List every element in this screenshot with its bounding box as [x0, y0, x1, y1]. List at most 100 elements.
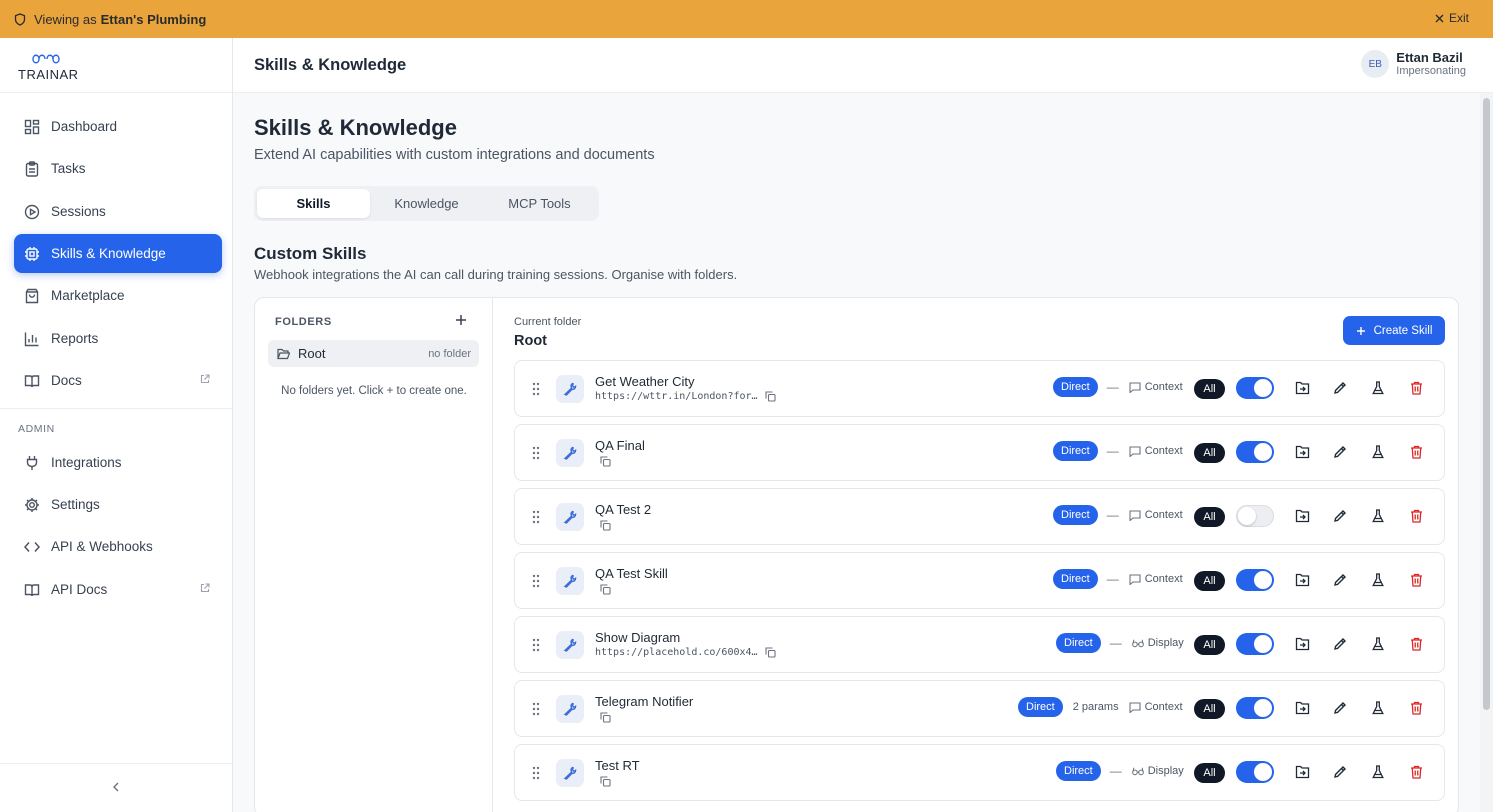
- banner-prefix: Viewing as: [34, 11, 97, 27]
- edit-icon[interactable]: [1332, 764, 1348, 780]
- delete-icon[interactable]: [1408, 572, 1424, 588]
- enabled-toggle[interactable]: [1236, 761, 1274, 783]
- kind-text: Display: [1147, 765, 1184, 777]
- move-to-folder-icon[interactable]: [1294, 636, 1310, 652]
- sidebar-item-dashboard[interactable]: Dashboard: [14, 107, 222, 146]
- edit-icon[interactable]: [1332, 636, 1348, 652]
- edit-icon[interactable]: [1332, 508, 1348, 524]
- drag-handle-icon[interactable]: [531, 702, 541, 716]
- scrollbar-thumb[interactable]: [1483, 98, 1490, 710]
- delete-icon[interactable]: [1408, 636, 1424, 652]
- sidebar-item-sessions[interactable]: Sessions: [14, 192, 222, 231]
- tab-knowledge[interactable]: Knowledge: [370, 189, 483, 218]
- sidebar-item-api-webhooks[interactable]: API & Webhooks: [14, 527, 222, 566]
- edit-icon[interactable]: [1332, 444, 1348, 460]
- enabled-toggle[interactable]: [1236, 569, 1274, 591]
- sidebar-item-reports[interactable]: Reports: [14, 319, 222, 358]
- add-folder-icon[interactable]: [454, 313, 468, 327]
- tab-skills[interactable]: Skills: [257, 189, 370, 218]
- move-to-folder-icon[interactable]: [1294, 700, 1310, 716]
- skill-row[interactable]: Test RT Direct — Display All: [514, 744, 1445, 801]
- sidebar-item-marketplace[interactable]: Marketplace: [14, 276, 222, 315]
- copy-icon[interactable]: [765, 391, 776, 402]
- sidebar-item-label: Settings: [51, 497, 100, 512]
- delete-icon[interactable]: [1408, 444, 1424, 460]
- user-menu[interactable]: EB Ettan Bazil Impersonating: [1361, 50, 1466, 78]
- drag-handle-icon[interactable]: [531, 574, 541, 588]
- mode-badge: Direct: [1053, 505, 1098, 525]
- test-flask-icon[interactable]: [1370, 572, 1386, 588]
- drag-handle-icon[interactable]: [531, 446, 541, 460]
- test-flask-icon[interactable]: [1370, 380, 1386, 396]
- copy-icon[interactable]: [600, 712, 611, 723]
- wrench-icon: [556, 567, 584, 595]
- copy-icon[interactable]: [765, 647, 776, 658]
- enabled-toggle[interactable]: [1236, 377, 1274, 399]
- drag-handle-icon[interactable]: [531, 382, 541, 396]
- enabled-toggle[interactable]: [1236, 633, 1274, 655]
- drag-handle-icon[interactable]: [531, 638, 541, 652]
- scope-badge: All: [1194, 763, 1225, 783]
- kind-text: Display: [1147, 637, 1184, 649]
- chat-icon: [1129, 509, 1141, 521]
- copy-icon[interactable]: [600, 520, 611, 531]
- folder-item-root[interactable]: Root no folder: [268, 340, 479, 367]
- delete-icon[interactable]: [1408, 508, 1424, 524]
- skill-row[interactable]: QA Final Direct — Context All: [514, 424, 1445, 481]
- delete-icon[interactable]: [1408, 764, 1424, 780]
- move-to-folder-icon[interactable]: [1294, 444, 1310, 460]
- skill-meta: Direct 2 params Context: [1018, 697, 1183, 717]
- wrench-icon: [556, 375, 584, 403]
- wrench-icon: [556, 503, 584, 531]
- test-flask-icon[interactable]: [1370, 636, 1386, 652]
- enabled-toggle[interactable]: [1236, 441, 1274, 463]
- chat-icon: [1129, 573, 1141, 585]
- move-to-folder-icon[interactable]: [1294, 380, 1310, 396]
- sidebar-item-docs[interactable]: Docs: [14, 361, 222, 400]
- skill-meta: Direct — Context: [1053, 441, 1183, 461]
- skill-row[interactable]: Telegram Notifier Direct 2 params Contex…: [514, 680, 1445, 737]
- delete-icon[interactable]: [1408, 700, 1424, 716]
- copy-icon[interactable]: [600, 584, 611, 595]
- clipboard-icon: [23, 160, 41, 178]
- test-flask-icon[interactable]: [1370, 764, 1386, 780]
- delete-icon[interactable]: [1408, 380, 1424, 396]
- scrollbar[interactable]: [1480, 93, 1493, 812]
- test-flask-icon[interactable]: [1370, 444, 1386, 460]
- enabled-toggle[interactable]: [1236, 505, 1274, 527]
- test-flask-icon[interactable]: [1370, 508, 1386, 524]
- drag-handle-icon[interactable]: [531, 510, 541, 524]
- edit-icon[interactable]: [1332, 700, 1348, 716]
- collapse-sidebar-icon[interactable]: [110, 780, 122, 794]
- mode-badge: Direct: [1056, 761, 1101, 781]
- plus-icon: [1356, 326, 1365, 335]
- move-to-folder-icon[interactable]: [1294, 764, 1310, 780]
- close-icon: [1435, 14, 1444, 22]
- scope-badge: All: [1194, 379, 1225, 399]
- sidebar-item-tasks[interactable]: Tasks: [14, 149, 222, 188]
- copy-icon[interactable]: [600, 776, 611, 787]
- sidebar-item-settings[interactable]: Settings: [14, 485, 222, 524]
- kind-label: Context: [1129, 445, 1183, 457]
- tab-mcp-tools[interactable]: MCP Tools: [483, 189, 596, 218]
- sidebar-item-skills-knowledge[interactable]: Skills & Knowledge: [14, 234, 222, 273]
- cpu-icon: [23, 245, 41, 263]
- test-flask-icon[interactable]: [1370, 700, 1386, 716]
- sidebar-item-integrations[interactable]: Integrations: [14, 443, 222, 482]
- sidebar-item-api-docs[interactable]: API Docs: [14, 570, 222, 609]
- enabled-toggle[interactable]: [1236, 697, 1274, 719]
- skill-row[interactable]: QA Test 2 Direct — Context All: [514, 488, 1445, 545]
- edit-icon[interactable]: [1332, 380, 1348, 396]
- skill-row[interactable]: Show Diagram https://placehold.co/600x4……: [514, 616, 1445, 673]
- copy-icon[interactable]: [600, 456, 611, 467]
- edit-icon[interactable]: [1332, 572, 1348, 588]
- drag-handle-icon[interactable]: [531, 766, 541, 780]
- exit-button[interactable]: Exit: [1435, 11, 1469, 25]
- move-to-folder-icon[interactable]: [1294, 572, 1310, 588]
- skill-meta: Direct — Context: [1053, 569, 1183, 589]
- skill-row[interactable]: QA Test Skill Direct — Context All: [514, 552, 1445, 609]
- create-skill-button[interactable]: Create Skill: [1343, 316, 1445, 345]
- skill-row[interactable]: Get Weather City https://wttr.in/London?…: [514, 360, 1445, 417]
- brand-logo[interactable]: TRAINAR: [0, 38, 232, 93]
- move-to-folder-icon[interactable]: [1294, 508, 1310, 524]
